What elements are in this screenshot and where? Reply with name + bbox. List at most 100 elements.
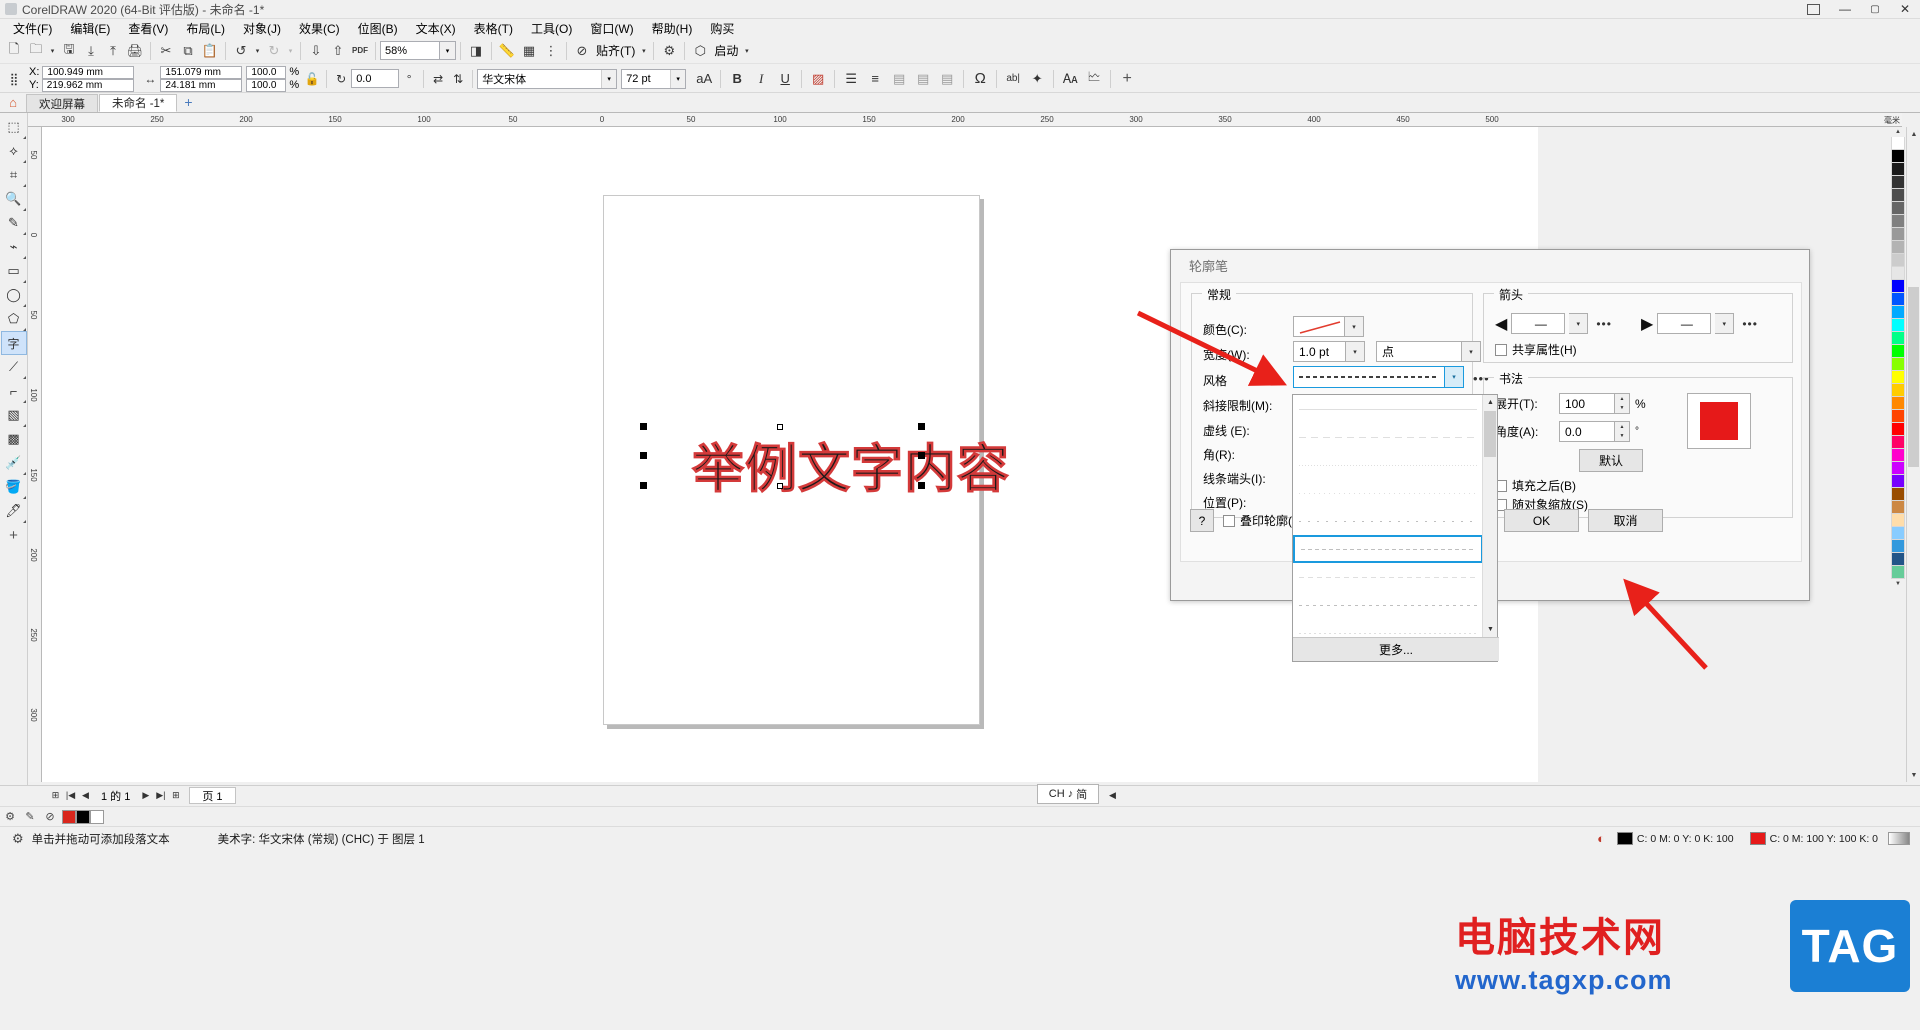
color-dropdown-icon[interactable]: ▾: [1345, 316, 1364, 337]
launch-label[interactable]: 启动: [711, 42, 741, 59]
tool-zoom[interactable]: 🔍: [1, 187, 27, 211]
font-case-icon[interactable]: аA: [692, 68, 716, 90]
nib-preview[interactable]: [1687, 393, 1751, 449]
menu-buy[interactable]: 购买: [701, 19, 743, 38]
menu-window[interactable]: 窗口(W): [581, 19, 642, 38]
text-properties-icon[interactable]: 🗠: [1082, 68, 1106, 90]
style-dropdown-items[interactable]: [1293, 395, 1483, 637]
hscroll-left-icon[interactable]: ◀: [1105, 787, 1120, 805]
scrollbar-thumb[interactable]: [1484, 411, 1496, 457]
doc-swatch-white[interactable]: [90, 809, 104, 824]
home-icon[interactable]: ⌂: [0, 92, 26, 112]
redo-icon[interactable]: ↻: [263, 40, 285, 62]
tool-text[interactable]: 字: [0, 331, 27, 355]
outline-color-chip[interactable]: [1749, 832, 1766, 845]
font-name-select[interactable]: 华文宋体 ▾: [477, 68, 618, 89]
add-tab-icon[interactable]: +: [178, 92, 198, 112]
canvas-horizontal-scrollbar[interactable]: [1140, 787, 1920, 802]
text-direction-icon[interactable]: Ω: [968, 68, 992, 90]
import-icon[interactable]: ⤓: [80, 40, 102, 62]
color-palette[interactable]: ▲ ▼: [1890, 127, 1906, 782]
default-button[interactable]: 默认: [1579, 449, 1643, 472]
publish-pdf-icon[interactable]: PDF: [349, 40, 371, 62]
style-option-dash-long[interactable]: [1293, 423, 1483, 451]
behind-fill-checkbox[interactable]: 填充之后(B): [1495, 477, 1576, 494]
style-dropdown-icon[interactable]: ▾: [1445, 366, 1464, 388]
tool-outline-pen[interactable]: 🖊: [1, 499, 27, 523]
mirror-vertical-icon[interactable]: ⇅: [448, 69, 468, 89]
menu-help[interactable]: 帮助(H): [643, 19, 702, 38]
arrow-start-options-icon[interactable]: •••: [1596, 317, 1612, 331]
scrollbar-thumb[interactable]: [1908, 287, 1919, 467]
menu-object[interactable]: 对象(J): [234, 19, 290, 38]
page-tab-1[interactable]: 页 1: [189, 787, 236, 804]
tab-welcome-screen[interactable]: 欢迎屏幕: [26, 94, 98, 112]
fill-color-chip[interactable]: [1616, 832, 1633, 845]
arrow-start-preview[interactable]: —: [1511, 313, 1566, 334]
ime-mode-icon[interactable]: ♪: [1068, 788, 1074, 800]
scroll-up-icon[interactable]: ▲: [1907, 127, 1920, 141]
menu-edit[interactable]: 编辑(E): [61, 19, 119, 38]
tool-shape[interactable]: ⟡: [1, 139, 27, 163]
launch-icon[interactable]: ⬡: [689, 40, 711, 62]
tool-quick-customize[interactable]: +: [1, 523, 27, 547]
palette-swatch[interactable]: [1891, 254, 1905, 267]
tab-untitled-1[interactable]: 未命名 -1*: [99, 94, 178, 112]
palette-swatch[interactable]: [1891, 410, 1905, 423]
width-unit-group[interactable]: 点 ▾: [1376, 341, 1481, 362]
y-input[interactable]: 219.962 mm: [41, 78, 134, 92]
width-unit-value[interactable]: 点: [1376, 341, 1462, 362]
style-option-dot-fine[interactable]: [1293, 451, 1483, 479]
tool-pick[interactable]: ⬚: [1, 115, 27, 139]
grid-toggle-icon[interactable]: ▦: [518, 40, 540, 62]
palette-swatch[interactable]: [1891, 436, 1905, 449]
font-size-select[interactable]: 72 pt ▾: [621, 68, 687, 89]
palette-swatch[interactable]: [1891, 150, 1905, 163]
palette-swatch[interactable]: [1891, 384, 1905, 397]
arrow-end-preview[interactable]: —: [1657, 313, 1712, 334]
palette-swatch[interactable]: [1891, 215, 1905, 228]
scale-height-input[interactable]: 100.0: [246, 78, 287, 92]
print-icon[interactable]: 🖨: [124, 40, 146, 62]
propbar-add-icon[interactable]: +: [1115, 68, 1139, 90]
palette-swatch[interactable]: [1891, 189, 1905, 202]
fullscreen-preview-icon[interactable]: ◨: [465, 40, 487, 62]
new-document-icon[interactable]: 🗋: [3, 40, 25, 62]
menu-layout[interactable]: 布局(L): [177, 19, 234, 38]
restore-small-icon[interactable]: [1800, 0, 1830, 19]
undo-icon[interactable]: ↺: [230, 40, 252, 62]
copy-icon[interactable]: ⧉: [177, 40, 199, 62]
style-option-dot-dense[interactable]: [1293, 591, 1483, 619]
export-arrow-icon[interactable]: ⇧: [327, 40, 349, 62]
style-option-dot-sparse[interactable]: [1293, 479, 1483, 507]
menu-text[interactable]: 文本(X): [407, 19, 465, 38]
color-proof-icon[interactable]: ◐: [1597, 831, 1605, 846]
angle-input[interactable]: 0.0: [1559, 421, 1615, 442]
tool-rectangle[interactable]: ▭: [1, 259, 27, 283]
zoom-dropdown-icon[interactable]: ▾: [440, 41, 456, 60]
style-combo[interactable]: ▾: [1293, 366, 1464, 388]
share-attributes-checkbox[interactable]: 共享属性(H): [1495, 341, 1577, 358]
add-page-end-icon[interactable]: ⊞: [168, 787, 183, 805]
launch-dropdown-icon[interactable]: ▾: [741, 40, 752, 62]
minimize-button[interactable]: —: [1830, 0, 1860, 19]
close-button[interactable]: ✕: [1890, 0, 1920, 19]
tool-parallel-dimension[interactable]: ⟋: [1, 355, 27, 379]
palette-swatch[interactable]: [1891, 280, 1905, 293]
open-dropdown-icon[interactable]: ▾: [47, 40, 58, 62]
palette-swatch[interactable]: [1891, 475, 1905, 488]
export-icon[interactable]: ⤒: [102, 40, 124, 62]
snap-off-icon[interactable]: ⊘: [571, 40, 593, 62]
vertical-ruler[interactable]: 50 0 50 100 150 200 250 300: [28, 127, 42, 782]
arrow-end-dropdown-icon[interactable]: ▾: [1715, 313, 1735, 334]
add-page-icon[interactable]: ⊞: [48, 787, 63, 805]
bullet-list-icon[interactable]: ☰: [839, 68, 863, 90]
style-option-dash-med[interactable]: [1293, 563, 1483, 591]
lock-ratio-icon[interactable]: 🔓: [302, 69, 322, 89]
cut-icon[interactable]: ✂: [155, 40, 177, 62]
zoom-level-input[interactable]: 58%: [380, 41, 440, 60]
tool-drop-shadow[interactable]: ▧: [1, 403, 27, 427]
palette-swatch[interactable]: [1891, 293, 1905, 306]
palette-swatch[interactable]: [1891, 449, 1905, 462]
selection-handle[interactable]: [777, 483, 783, 489]
